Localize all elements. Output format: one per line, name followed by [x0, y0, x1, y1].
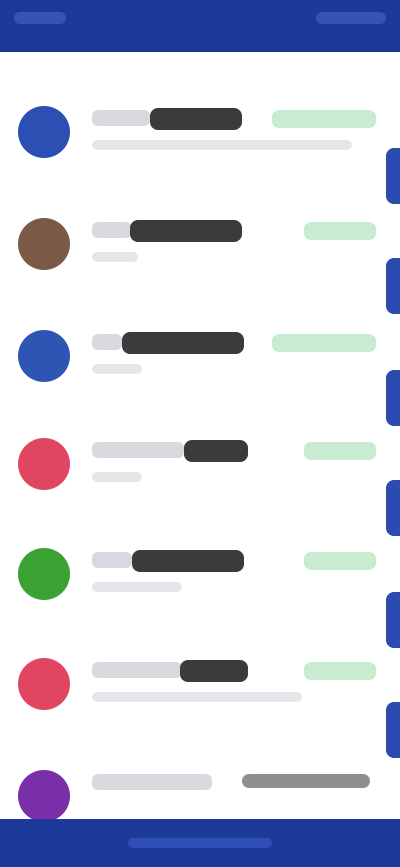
side-tab[interactable] — [386, 592, 400, 648]
amount-badge — [304, 552, 376, 570]
side-tab[interactable] — [386, 148, 400, 204]
avatar — [18, 438, 70, 490]
title-placeholder — [92, 442, 184, 458]
title-placeholder — [92, 552, 132, 568]
home-indicator[interactable] — [128, 838, 272, 848]
status-bar — [0, 0, 400, 40]
item-title — [130, 220, 242, 242]
item-title — [184, 440, 248, 462]
list-item[interactable] — [0, 412, 386, 520]
list-item[interactable] — [0, 522, 386, 630]
list-item[interactable] — [0, 744, 386, 819]
status-left — [14, 12, 66, 24]
avatar — [18, 218, 70, 270]
title-placeholder — [92, 774, 212, 790]
amount-badge — [304, 442, 376, 460]
app-bar — [0, 40, 400, 52]
list-item[interactable] — [0, 192, 386, 300]
title-placeholder — [92, 334, 122, 350]
side-tab[interactable] — [386, 702, 400, 758]
side-tab[interactable] — [386, 480, 400, 536]
item-subtitle — [92, 582, 182, 592]
amount-badge — [304, 222, 376, 240]
item-title — [122, 332, 244, 354]
item-subtitle — [92, 252, 138, 262]
avatar — [18, 106, 70, 158]
item-title — [180, 660, 248, 682]
avatar — [18, 658, 70, 710]
transactions-list — [0, 52, 386, 819]
amount-badge — [304, 662, 376, 680]
item-title — [242, 774, 370, 788]
status-right — [316, 12, 386, 24]
title-placeholder — [92, 222, 132, 238]
side-rail — [386, 52, 400, 819]
list-item[interactable] — [0, 80, 386, 188]
item-subtitle — [92, 364, 142, 374]
amount-badge — [272, 334, 376, 352]
amount-badge — [272, 110, 376, 128]
avatar — [18, 548, 70, 600]
list-item[interactable] — [0, 304, 386, 412]
side-tab[interactable] — [386, 258, 400, 314]
avatar — [18, 330, 70, 382]
side-tab[interactable] — [386, 370, 400, 426]
title-placeholder — [92, 110, 150, 126]
item-subtitle — [92, 472, 142, 482]
avatar — [18, 770, 70, 819]
item-subtitle — [92, 692, 302, 702]
item-title — [132, 550, 244, 572]
list-item[interactable] — [0, 632, 386, 740]
item-subtitle — [92, 140, 352, 150]
title-placeholder — [92, 662, 182, 678]
item-title — [150, 108, 242, 130]
